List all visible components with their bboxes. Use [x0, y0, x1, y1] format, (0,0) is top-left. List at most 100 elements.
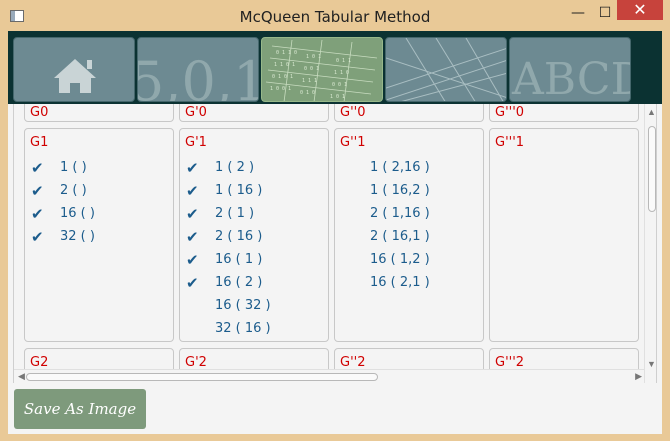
group-title: G'2 [185, 355, 207, 370]
group-title: G'''0 [495, 105, 525, 120]
vertical-scroll-thumb[interactable] [648, 126, 656, 212]
group-title: G2 [30, 355, 49, 370]
group-title: G''0 [340, 105, 366, 120]
list-item: ✔ 16 ( 2 ) [180, 274, 330, 294]
list-item: 16 ( 2,1 ) [335, 274, 485, 294]
group-title: G'1 [185, 135, 207, 150]
list-item: 32 ( 16 ) [180, 320, 330, 340]
list-item: 2 ( 1,16 ) [335, 205, 485, 225]
list-item: ✔ 2 ( 16 ) [180, 228, 330, 248]
list-item: 2 ( 16,1 ) [335, 228, 485, 248]
item-text: 1 ( 16 ) [215, 183, 263, 198]
item-text: 1 ( ) [60, 160, 87, 175]
group-card-g0-triple-prime: G'''0 [489, 104, 639, 122]
minimize-button[interactable]: — [565, 2, 591, 24]
vertical-scrollbar[interactable]: ▲ ▼ [644, 104, 656, 383]
numbers-icon: 5,0,1,4 [138, 50, 259, 102]
checkmark-icon: ✔ [186, 228, 199, 246]
list-item: ✔ 1 ( 2 ) [180, 159, 330, 179]
horizontal-scroll-thumb[interactable] [26, 373, 378, 381]
svg-text:1 1 0 1: 1 1 0 1 [274, 62, 295, 68]
checkmark-icon: ✔ [186, 159, 199, 177]
item-text: 1 ( 2,16 ) [370, 160, 430, 175]
list-item: ✔ 1 ( 16 ) [180, 182, 330, 202]
scroll-down-icon[interactable]: ▼ [647, 359, 656, 369]
list-item: ✔ 2 ( 1 ) [180, 205, 330, 225]
checkmark-icon: ✔ [31, 182, 44, 200]
item-text: 16 ( 2 ) [215, 275, 263, 290]
item-text: 2 ( ) [60, 183, 87, 198]
svg-text:1 1 0: 1 1 0 [334, 70, 349, 76]
group-title: G''2 [340, 355, 366, 370]
list-item: 16 ( 1,2 ) [335, 251, 485, 271]
svg-text:0 1 0 1: 0 1 0 1 [272, 74, 293, 80]
toolbar: 5,0,1,4 0 1 1 0 1 0 1 0 1 1 [8, 31, 662, 104]
group-card-g1-prime: G'1 ✔ 1 ( 2 ) ✔ 1 ( 16 ) ✔ 2 ( 1 ) ✔ 2 ( 16 … [179, 128, 329, 342]
group-title: G'0 [185, 105, 207, 120]
item-text: 2 ( 1,16 ) [370, 206, 430, 221]
grid-button[interactable] [385, 37, 507, 102]
table-icon: 0 1 1 0 1 0 1 0 1 1 1 1 0 1 0 0 1 1 1 0 0 1 … [265, 39, 378, 101]
group-card-g1: G1 ✔ 1 ( ) ✔ 2 ( ) ✔ 16 ( ) ✔ 32 ( ) [24, 128, 174, 342]
checkmark-icon: ✔ [31, 205, 44, 223]
app-window: McQueen Tabular Method — ☐ ✕ 5,0,1,4 [0, 0, 670, 441]
list-item: 1 ( 16,2 ) [335, 182, 485, 202]
group-card-g0-prime: G'0 [179, 104, 329, 122]
group-title: G'''2 [495, 355, 525, 370]
client-area: 5,0,1,4 0 1 1 0 1 0 1 0 1 1 [8, 31, 662, 434]
title-bar: McQueen Tabular Method — ☐ ✕ [0, 0, 670, 32]
item-text: 16 ( ) [60, 206, 95, 221]
checkmark-icon: ✔ [186, 251, 199, 269]
groups-scroll-area[interactable]: G0 G'0 G''0 G'''0 G1 ✔ 1 ( ) ✔ 2 ( ) ✔ 16 (… [13, 104, 657, 383]
home-button[interactable] [13, 37, 135, 102]
group-card-g1-double-prime: G''1 1 ( 2,16 ) 1 ( 16,2 ) 2 ( 1,16 ) 2 … [334, 128, 484, 342]
checkmark-icon: ✔ [186, 182, 199, 200]
svg-text:0 0 1: 0 0 1 [304, 66, 319, 72]
group-title: G1 [30, 135, 49, 150]
abc-button[interactable]: ABCD [509, 37, 631, 102]
list-item: ✔ 16 ( ) [25, 205, 175, 225]
abc-icon-text: ABCD [511, 54, 631, 102]
item-text: 32 ( ) [60, 229, 95, 244]
svg-text:1 0 1: 1 0 1 [306, 54, 321, 60]
group-card-g0: G0 [24, 104, 174, 122]
item-text: 2 ( 16 ) [215, 229, 263, 244]
svg-text:0 1 1: 0 1 1 [336, 58, 351, 64]
svg-text:0 1 1 0: 0 1 1 0 [276, 50, 297, 56]
scroll-left-icon[interactable]: ◀ [18, 371, 25, 382]
horizontal-scrollbar[interactable]: ◀ ▶ [14, 369, 644, 383]
grid-icon [386, 38, 506, 101]
item-text: 2 ( 16,1 ) [370, 229, 430, 244]
item-text: 16 ( 32 ) [215, 298, 271, 313]
numbers-button[interactable]: 5,0,1,4 [137, 37, 259, 102]
list-item: ✔ 2 ( ) [25, 182, 175, 202]
group-title: G'''1 [495, 135, 525, 150]
list-item: ✔ 32 ( ) [25, 228, 175, 248]
svg-text:1 0 0 1: 1 0 0 1 [270, 86, 291, 92]
close-button[interactable]: ✕ [617, 0, 663, 20]
home-icon [54, 59, 96, 93]
table-button[interactable]: 0 1 1 0 1 0 1 0 1 1 1 1 0 1 0 0 1 1 1 0 0 1 … [261, 37, 383, 102]
item-text: 16 ( 1 ) [215, 252, 263, 267]
svg-text:0 1 0: 0 1 0 [300, 90, 315, 96]
numbers-icon-text: 5,0,1,4 [138, 50, 259, 102]
scroll-right-icon[interactable]: ▶ [635, 371, 642, 382]
scroll-up-icon[interactable]: ▲ [647, 107, 656, 117]
save-as-image-button[interactable]: Save As Image [14, 389, 146, 429]
group-title: G0 [30, 105, 49, 120]
svg-text:0 0 1: 0 0 1 [332, 82, 347, 88]
list-item: ✔ 16 ( 1 ) [180, 251, 330, 271]
list-item: 1 ( 2,16 ) [335, 159, 485, 179]
checkmark-icon: ✔ [31, 159, 44, 177]
svg-text:1 0 1: 1 0 1 [330, 94, 345, 100]
item-text: 16 ( 2,1 ) [370, 275, 430, 290]
group-card-g0-double-prime: G''0 [334, 104, 484, 122]
group-title: G''1 [340, 135, 366, 150]
list-item: ✔ 1 ( ) [25, 159, 175, 179]
svg-text:1 1 1: 1 1 1 [302, 78, 317, 84]
item-text: 1 ( 16,2 ) [370, 183, 430, 198]
abc-icon: ABCD [511, 54, 631, 102]
item-text: 1 ( 2 ) [215, 160, 255, 175]
list-item: 16 ( 32 ) [180, 297, 330, 317]
maximize-button[interactable]: ☐ [592, 2, 618, 24]
